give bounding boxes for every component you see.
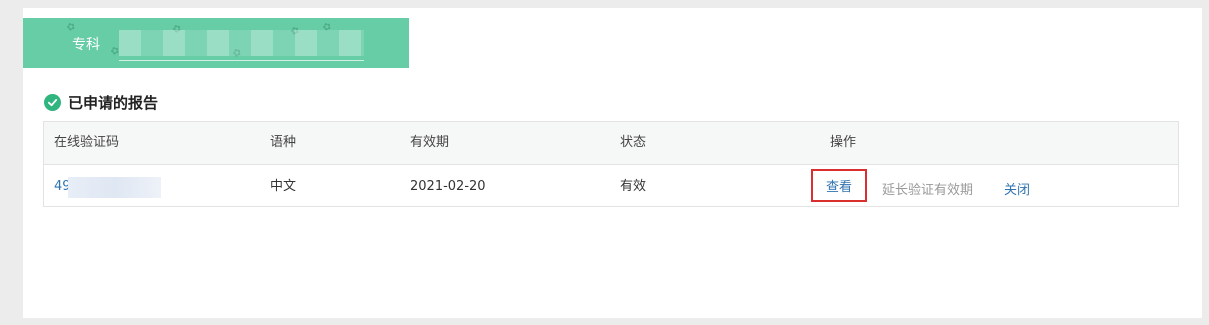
header-verification-code: 在线验证码 <box>54 135 120 150</box>
check-circle-icon <box>44 94 61 111</box>
redacted-code <box>68 177 161 198</box>
section-title: 已申请的报告 <box>68 94 159 112</box>
section-heading: 已申请的报告 <box>44 92 158 113</box>
education-level-label: 专科 <box>72 37 100 53</box>
view-button[interactable]: 查看 <box>811 169 867 202</box>
education-banner: ✿ ✿ ✿ ✿ ✿ ✿ 专科 <box>23 18 409 68</box>
redacted-school-name <box>119 30 364 56</box>
header-status: 状态 <box>620 135 647 150</box>
table-header: 在线验证码 语种 有效期 状态 操作 <box>44 122 1178 165</box>
reports-table: 在线验证码 语种 有效期 状态 操作 49 中文 2021-02-20 有效 查… <box>43 121 1179 207</box>
extend-validity-link[interactable]: 延长验证有效期 <box>882 179 973 198</box>
report-card: ✿ ✿ ✿ ✿ ✿ ✿ 专科 已申请的报告 在线验证码 语种 有效期 状态 操作… <box>23 8 1202 318</box>
status-cell: 有效 <box>620 179 647 194</box>
close-link[interactable]: 关闭 <box>1004 179 1030 198</box>
header-actions: 操作 <box>830 135 857 150</box>
banner-underline <box>119 60 364 61</box>
expiry-cell: 2021-02-20 <box>410 179 486 194</box>
header-expiry: 有效期 <box>410 135 450 150</box>
language-cell: 中文 <box>270 179 297 194</box>
header-language: 语种 <box>270 135 297 150</box>
